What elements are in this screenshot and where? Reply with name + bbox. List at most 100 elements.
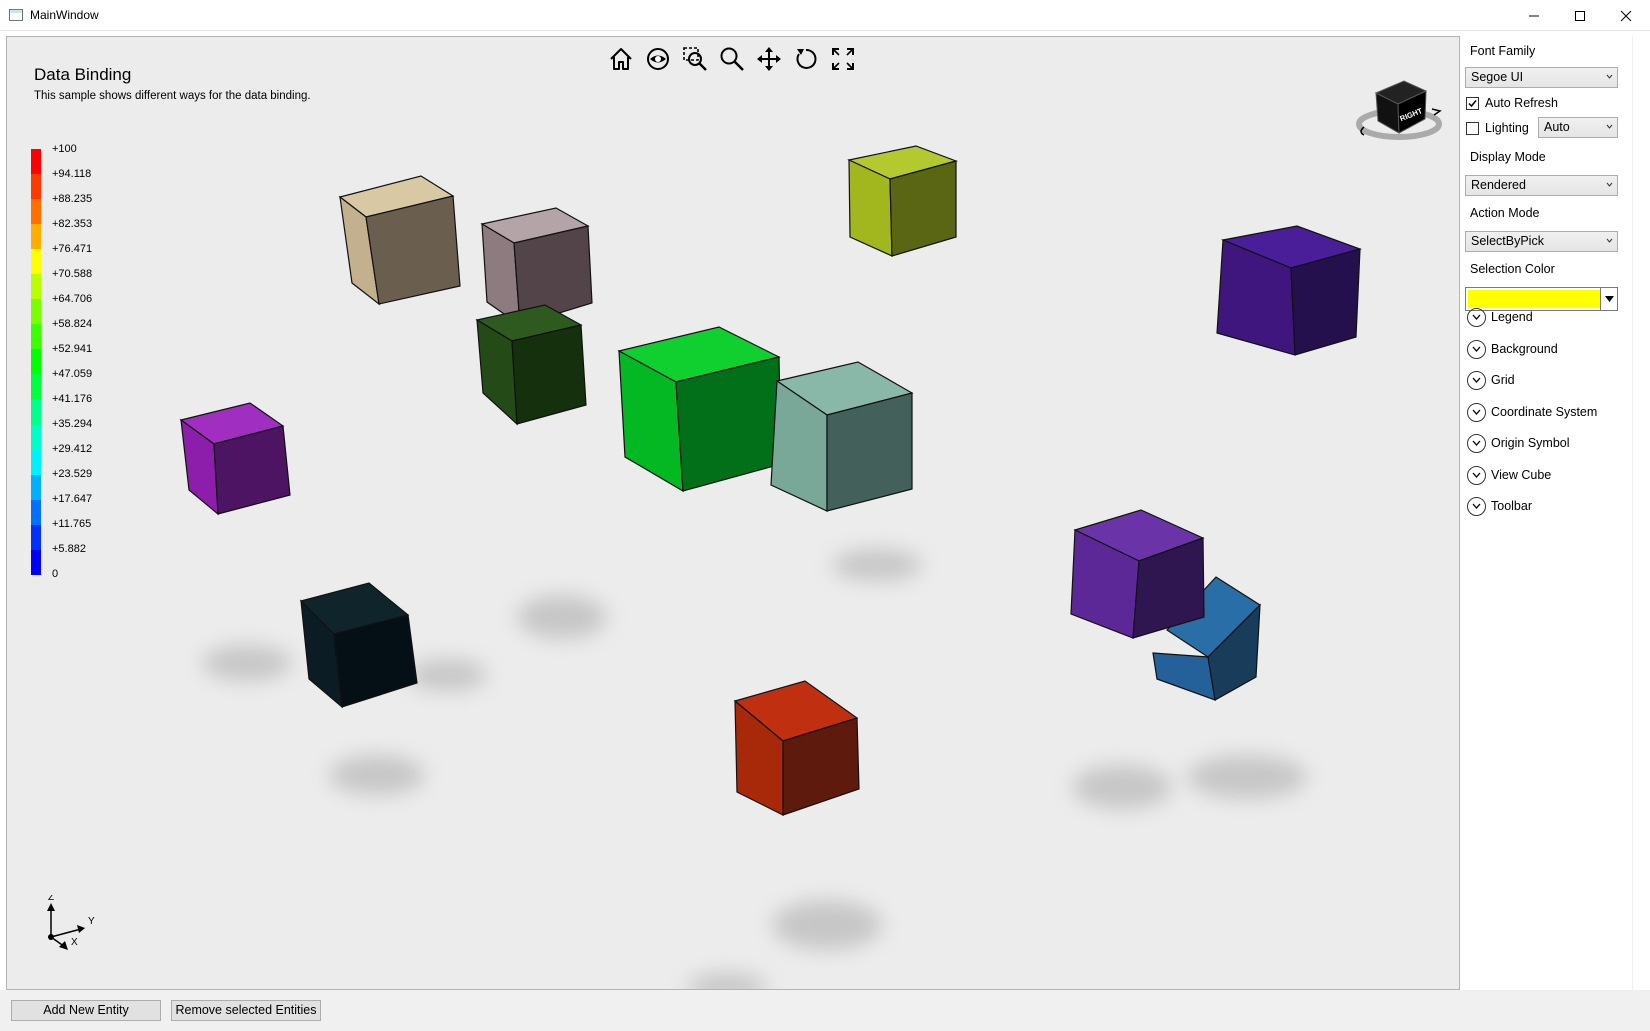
expander-origin-symbol[interactable]: Origin Symbol [1467,432,1570,454]
legend-labels: +100 +94.118 +88.235 +82.353 +76.471 +70.588 +… [52,142,92,592]
viewport-title: Data Binding [34,65,132,84]
display-mode-label: Display Mode [1470,150,1546,164]
zoom-window-button[interactable] [681,45,708,72]
chevron-down-icon [1467,465,1486,485]
pan-button[interactable] [755,45,782,72]
legend-color-segment [31,349,41,375]
legend-color-segment [31,224,41,250]
zoom-button[interactable] [718,45,745,72]
legend-label: +58.824 [52,318,93,330]
close-icon [1620,10,1632,21]
expander-label: Origin Symbol [1491,436,1570,450]
cube-violet[interactable] [1070,509,1205,639]
cube-sage[interactable] [770,361,914,512]
legend-label: +52.941 [52,343,93,355]
chevron-down-icon [1467,370,1486,390]
lighting-combo[interactable]: Auto [1538,117,1618,138]
auto-refresh-checkbox[interactable] [1466,97,1479,110]
axis-y-label: Y [88,916,95,927]
axis-x-label: X [71,937,78,948]
home-button[interactable] [607,45,634,72]
expander-grid[interactable]: Grid [1467,369,1515,391]
chevron-down-icon [1606,124,1613,129]
legend-label: +41.176 [52,393,93,405]
font-family-combo[interactable]: Segoe UI [1465,67,1618,88]
legend-color-segment [31,424,41,450]
zoom-fit-button[interactable] [829,45,856,72]
cube-orange-red[interactable] [733,680,860,816]
action-mode-value: SelectByPick [1471,234,1544,248]
legend-label: 0 [52,568,59,580]
remove-selected-entities-button[interactable]: Remove selected Entities [171,1000,321,1021]
action-mode-combo[interactable]: SelectByPick [1465,231,1618,252]
cube-indigo[interactable] [1216,225,1362,356]
legend-label: +82.353 [52,218,93,230]
legend-color-segment [31,374,41,400]
expander-label: Grid [1491,373,1515,387]
rotate-button[interactable] [792,45,819,72]
display-mode-value: Rendered [1471,178,1526,192]
expander-background[interactable]: Background [1467,338,1558,360]
legend-color-segment [31,149,41,175]
legend-color-segment [31,449,41,475]
view-cube[interactable]: RIGHT [1352,69,1447,144]
chevron-down-icon [1606,238,1613,243]
display-mode-combo[interactable]: Rendered [1465,175,1618,196]
chevron-down-icon [1606,74,1613,79]
settings-panel: Font Family Segoe UI Auto Refresh Lighti… [1460,36,1630,990]
zoom-window-icon [682,46,707,71]
eye-icon [646,47,669,70]
lighting-label: Lighting [1485,121,1529,135]
legend-label: +5.882 [52,543,86,555]
selection-color-label: Selection Color [1470,262,1555,276]
cube-navy[interactable] [299,582,418,709]
legend-label: +70.588 [52,268,93,280]
chevron-down-icon [1467,433,1486,453]
panel-scrollbar[interactable] [1632,36,1650,990]
viewport-subtitle: This sample shows different ways for the… [34,90,311,102]
cube-purple-left[interactable] [179,402,291,516]
scene-render[interactable] [7,37,1460,990]
legend-color-segment [31,274,41,300]
expander-legend[interactable]: Legend [1467,306,1533,328]
minimize-icon [1529,15,1539,16]
close-button[interactable] [1603,0,1649,31]
legend-label: +76.471 [52,243,93,255]
title-bar: MainWindow [0,0,1650,31]
cube-yellowgreen[interactable] [847,145,958,257]
legend-label: +47.059 [52,368,93,380]
legend-color-segment [31,199,41,225]
legend-color-segment [31,299,41,325]
expander-label: Toolbar [1491,499,1532,513]
auto-refresh-label: Auto Refresh [1485,96,1558,110]
cube-darkgreen[interactable] [475,304,587,426]
expander-label: Background [1491,342,1558,356]
zoom-icon [720,47,744,71]
3d-viewport[interactable]: Data Binding This sample shows different… [6,36,1460,990]
view-button[interactable] [644,45,671,72]
chevron-down-icon [1467,402,1486,422]
expander-view-cube[interactable]: View Cube [1467,464,1551,486]
chevron-down-icon [1467,496,1486,516]
zoom-fit-icon [831,47,854,70]
legend-color-segment [31,474,41,500]
legend-label: +100 [52,143,77,155]
checkmark-icon [1468,100,1477,108]
expander-toolbar[interactable]: Toolbar [1467,495,1532,517]
home-icon [609,47,632,70]
expander-coordinate-system[interactable]: Coordinate System [1467,401,1597,423]
minimize-button[interactable] [1511,0,1557,31]
color-dropdown-button[interactable] [1600,288,1617,310]
legend-label: +23.529 [52,468,93,480]
axis-z-label: Z [48,895,54,903]
cube-tan[interactable] [338,175,461,306]
expander-label: Legend [1491,310,1533,324]
caret-down-icon [1604,296,1614,302]
cube-bright-green[interactable] [617,326,782,493]
lighting-checkbox[interactable] [1466,122,1479,135]
legend-color-segment [31,174,41,200]
add-new-entity-button[interactable]: Add New Entity [11,1000,161,1021]
window-title: MainWindow [30,8,99,22]
legend-color-bar [31,149,41,575]
maximize-button[interactable] [1557,0,1603,31]
